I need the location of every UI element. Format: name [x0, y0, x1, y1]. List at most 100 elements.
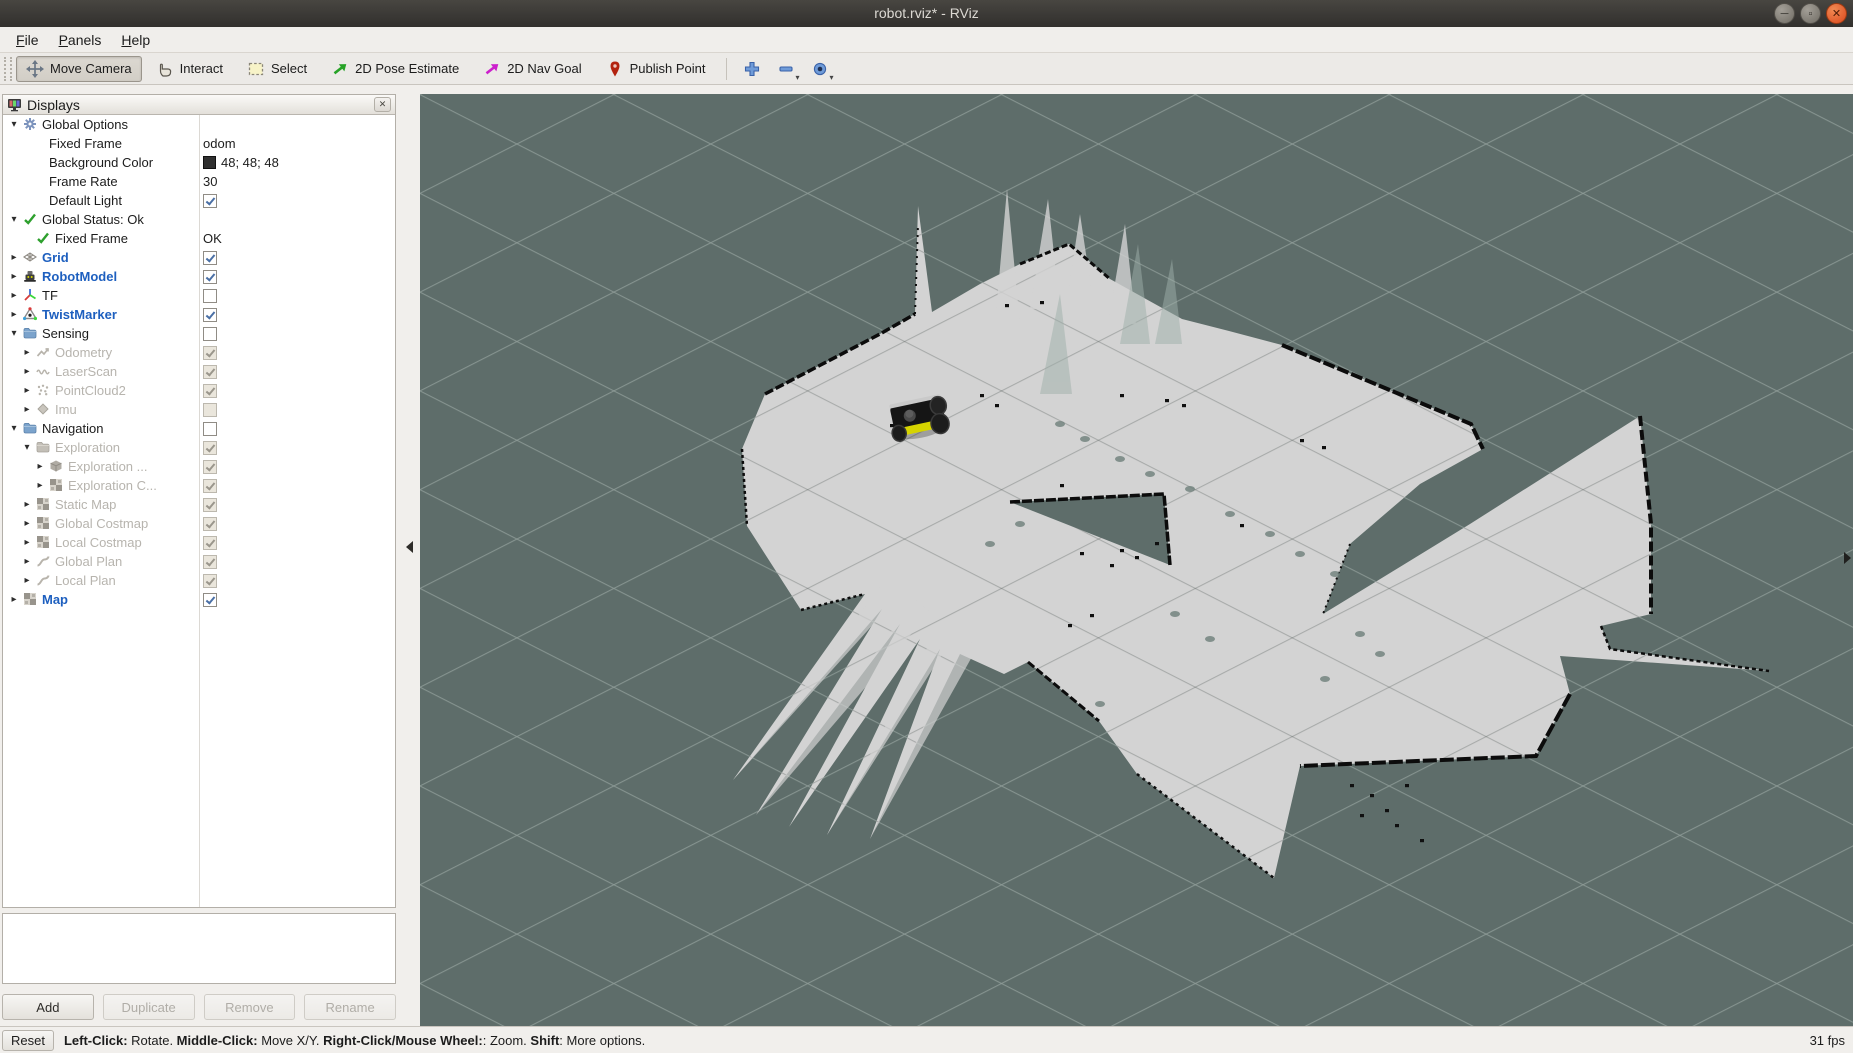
tree-row-sensing[interactable]: ▾Sensing	[3, 324, 395, 343]
expander-closed-icon[interactable]: ▸	[21, 556, 33, 567]
tree-row-value[interactable]	[203, 441, 217, 455]
tool-publish-point[interactable]: Publish Point	[596, 56, 716, 82]
tree-row-local-costmap[interactable]: ▸Local Costmap	[3, 533, 395, 552]
tree-row-value[interactable]	[203, 365, 217, 379]
tree-row-laserscan[interactable]: ▸LaserScan	[3, 362, 395, 381]
add-button[interactable]: Add	[2, 994, 94, 1020]
tree-row-value[interactable]	[203, 194, 217, 208]
tree-row-static-map[interactable]: ▸Static Map	[3, 495, 395, 514]
expander-closed-icon[interactable]: ▸	[21, 385, 33, 396]
enabled-checkbox[interactable]	[203, 308, 217, 322]
tree-row-grid[interactable]: ▸Grid	[3, 248, 395, 267]
tree-row-value[interactable]	[203, 517, 217, 531]
3d-viewport[interactable]	[420, 94, 1853, 1026]
tree-row-exploration-c-[interactable]: ▸Exploration C...	[3, 476, 395, 495]
tree-row-global-costmap[interactable]: ▸Global Costmap	[3, 514, 395, 533]
splitter-collapse-right-icon[interactable]	[1844, 552, 1851, 564]
expander-open-icon[interactable]: ▾	[8, 328, 20, 339]
expander-closed-icon[interactable]: ▸	[34, 480, 46, 491]
menu-file[interactable]: File	[6, 29, 49, 51]
expander-closed-icon[interactable]: ▸	[8, 594, 20, 605]
tree-row-value[interactable]	[203, 403, 217, 417]
tool-select[interactable]: Select	[237, 56, 317, 82]
expander-closed-icon[interactable]: ▸	[21, 404, 33, 415]
tree-row-robotmodel[interactable]: ▸RobotModel	[3, 267, 395, 286]
expander-closed-icon[interactable]: ▸	[21, 575, 33, 586]
expander-closed-icon[interactable]: ▸	[8, 252, 20, 263]
expander-closed-icon[interactable]: ▸	[21, 518, 33, 529]
expander-closed-icon[interactable]: ▸	[34, 461, 46, 472]
expander-closed-icon[interactable]: ▸	[21, 347, 33, 358]
enabled-checkbox[interactable]	[203, 289, 217, 303]
displays-panel-header[interactable]: Displays ✕	[3, 95, 395, 115]
reset-button[interactable]: Reset	[2, 1030, 54, 1051]
expander-closed-icon[interactable]: ▸	[21, 537, 33, 548]
tree-row-global-options[interactable]: ▾Global Options	[3, 115, 395, 134]
tool-interact[interactable]: Interact	[146, 56, 233, 82]
tree-row-navigation[interactable]: ▾Navigation	[3, 419, 395, 438]
tree-row-value[interactable]	[203, 346, 217, 360]
tree-row-value[interactable]	[203, 308, 217, 322]
expander-closed-icon[interactable]: ▸	[8, 309, 20, 320]
tree-row-value[interactable]	[203, 593, 217, 607]
tree-row-value[interactable]: 48; 48; 48	[203, 155, 279, 170]
expander-closed-icon[interactable]: ▸	[21, 366, 33, 377]
tree-row-global-status-ok[interactable]: ▾Global Status: Ok	[3, 210, 395, 229]
tree-row-tf[interactable]: ▸TF	[3, 286, 395, 305]
enabled-checkbox[interactable]	[203, 251, 217, 265]
tree-row-value[interactable]	[203, 251, 217, 265]
title-bar[interactable]: robot.rviz* - RViz ─▫✕	[0, 0, 1853, 27]
render-view[interactable]	[420, 94, 1853, 1026]
tree-row-fixed-frame[interactable]: Fixed FrameOK	[3, 229, 395, 248]
tree-row-value[interactable]	[203, 479, 217, 493]
expander-closed-icon[interactable]: ▸	[21, 499, 33, 510]
tree-row-exploration-[interactable]: ▸Exploration ...	[3, 457, 395, 476]
close-button[interactable]: ✕	[1826, 3, 1847, 24]
expander-open-icon[interactable]: ▾	[8, 423, 20, 434]
tree-row-value[interactable]	[203, 574, 217, 588]
tree-row-value[interactable]	[203, 327, 217, 341]
tree-row-local-plan[interactable]: ▸Local Plan	[3, 571, 395, 590]
tree-row-value[interactable]	[203, 270, 217, 284]
tree-row-background-color[interactable]: Background Color48; 48; 48	[3, 153, 395, 172]
splitter-collapse-left-icon[interactable]	[406, 541, 413, 553]
tree-row-frame-rate[interactable]: Frame Rate30	[3, 172, 395, 191]
tree-row-value[interactable]	[203, 289, 217, 303]
enabled-checkbox[interactable]	[203, 327, 217, 341]
minimize-button[interactable]: ─	[1774, 3, 1795, 24]
tree-row-value[interactable]	[203, 536, 217, 550]
enabled-checkbox[interactable]	[203, 194, 217, 208]
tree-row-value[interactable]	[203, 422, 217, 436]
tree-row-default-light[interactable]: Default Light	[3, 191, 395, 210]
tool-move-camera[interactable]: Move Camera	[16, 56, 142, 82]
tree-row-value[interactable]	[203, 498, 217, 512]
expander-closed-icon[interactable]: ▸	[8, 271, 20, 282]
enabled-checkbox[interactable]	[203, 593, 217, 607]
tool-2d-nav-goal[interactable]: 2D Nav Goal	[473, 56, 591, 82]
tree-row-value[interactable]	[203, 384, 217, 398]
tree-row-value[interactable]	[203, 460, 217, 474]
enabled-checkbox[interactable]	[203, 422, 217, 436]
expander-closed-icon[interactable]: ▸	[8, 290, 20, 301]
tool-zoom-in[interactable]	[737, 56, 767, 82]
panel-close-icon[interactable]: ✕	[374, 97, 391, 112]
tree-row-odometry[interactable]: ▸Odometry	[3, 343, 395, 362]
menu-help[interactable]: Help	[111, 29, 160, 51]
tree-row-imu[interactable]: ▸Imu	[3, 400, 395, 419]
tool-2d-pose-estimate[interactable]: 2D Pose Estimate	[321, 56, 469, 82]
menu-panels[interactable]: Panels	[49, 29, 112, 51]
tree-row-global-plan[interactable]: ▸Global Plan	[3, 552, 395, 571]
expander-open-icon[interactable]: ▾	[8, 119, 20, 130]
tree-row-pointcloud2[interactable]: ▸PointCloud2	[3, 381, 395, 400]
tool-focus-camera[interactable]: ▾	[805, 56, 835, 82]
tree-row-exploration[interactable]: ▾Exploration	[3, 438, 395, 457]
enabled-checkbox[interactable]	[203, 270, 217, 284]
tree-row-fixed-frame[interactable]: Fixed Frameodom	[3, 134, 395, 153]
expander-open-icon[interactable]: ▾	[21, 442, 33, 453]
toolbar-drag-handle[interactable]	[4, 57, 12, 81]
expander-open-icon[interactable]: ▾	[8, 214, 20, 225]
tree-row-map[interactable]: ▸Map	[3, 590, 395, 609]
maximize-button[interactable]: ▫	[1800, 3, 1821, 24]
tool-zoom-out[interactable]: ▾	[771, 56, 801, 82]
tree-row-value[interactable]	[203, 555, 217, 569]
